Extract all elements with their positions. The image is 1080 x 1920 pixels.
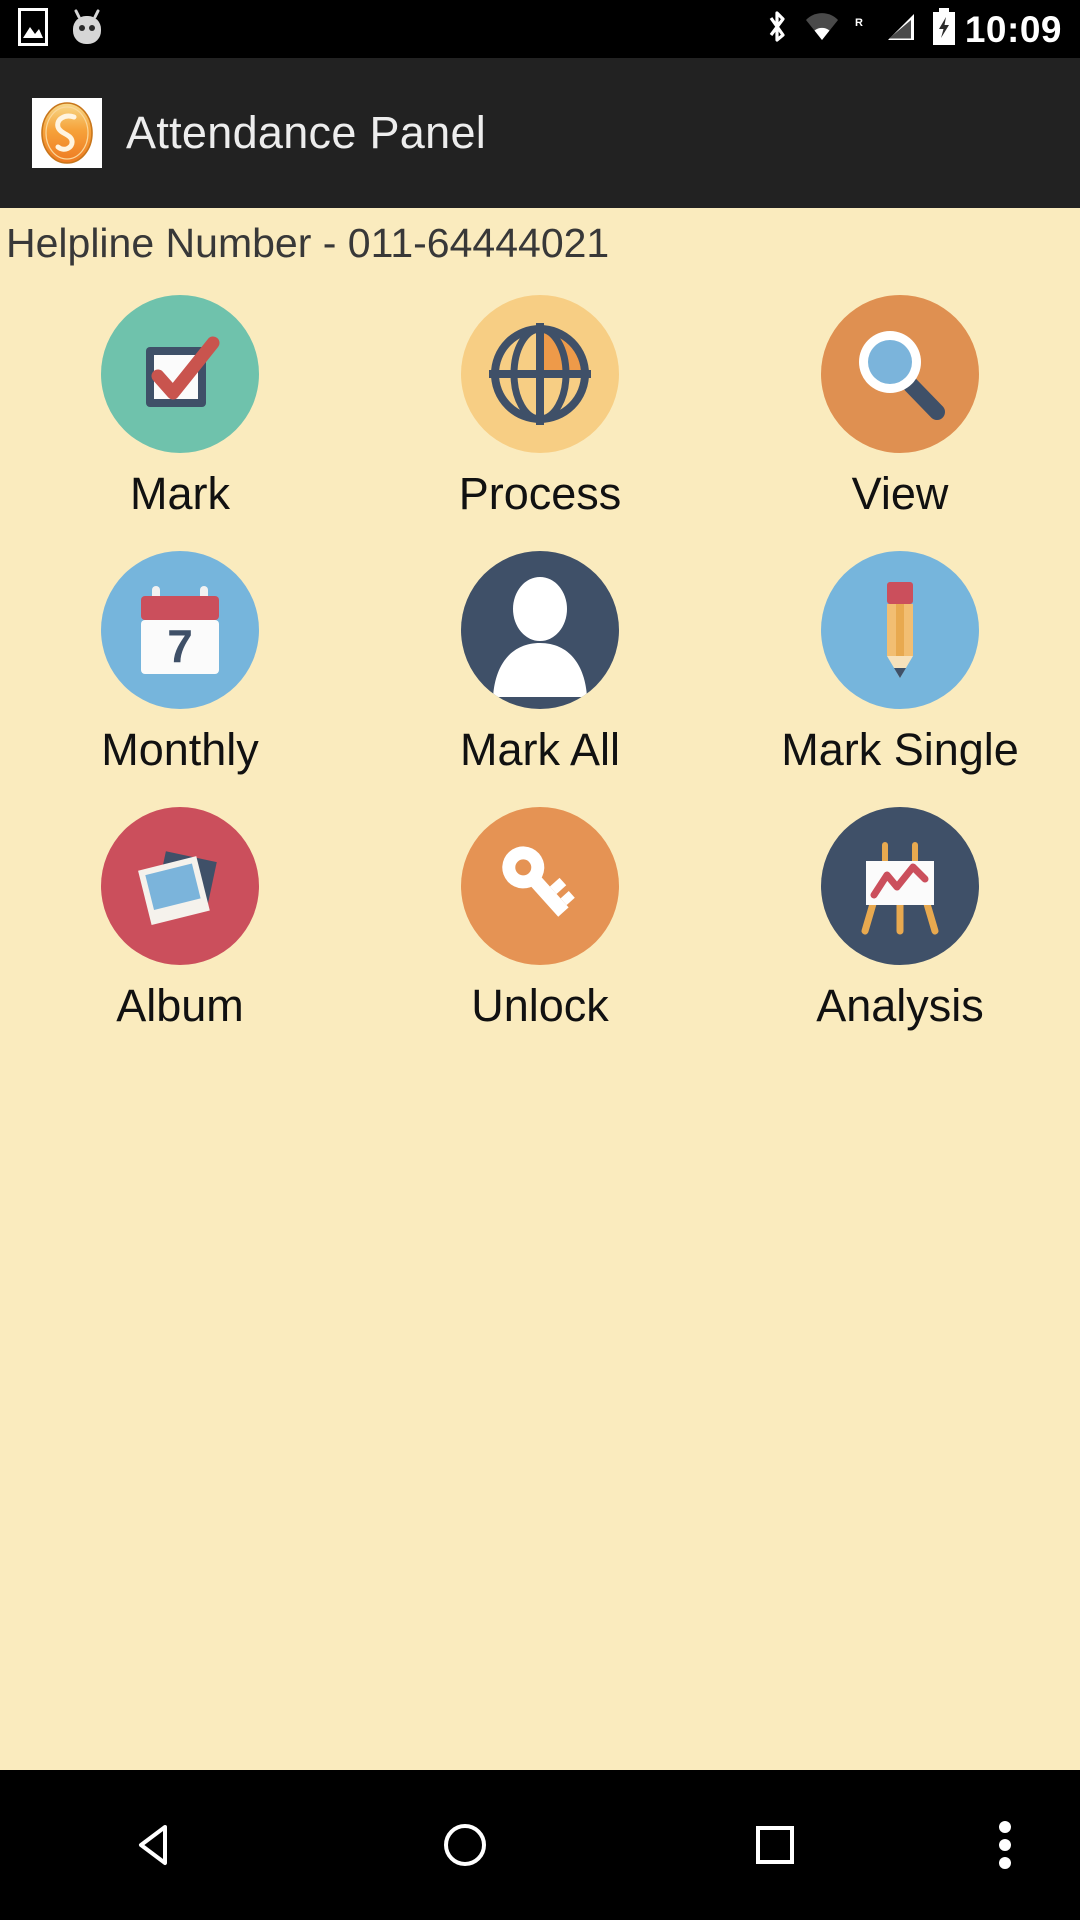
home-circle-icon xyxy=(444,1824,486,1866)
nav-home-button[interactable] xyxy=(310,1770,620,1920)
grid-item-label: Mark xyxy=(130,468,230,519)
pencil-icon xyxy=(887,582,913,678)
image-icon xyxy=(18,7,48,51)
key-icon-circle[interactable] xyxy=(461,807,619,965)
android-head-icon xyxy=(70,8,104,51)
grid-item-unlock[interactable]: Unlock xyxy=(360,795,720,1051)
grid-item-label: Process xyxy=(458,468,622,519)
grid-item-monthly[interactable]: 7 Monthly xyxy=(0,539,360,795)
checkbox-check-icon-circle[interactable] xyxy=(101,295,259,453)
app-logo-icon xyxy=(32,98,102,168)
battery-charging-icon xyxy=(931,7,957,52)
grid-item-label: Album xyxy=(116,980,244,1031)
crosshair-target-icon-circle[interactable] xyxy=(461,295,619,453)
grid-item-label: Mark All xyxy=(459,724,621,775)
grid-item-label: Monthly xyxy=(101,724,259,775)
nav-back-button[interactable] xyxy=(0,1770,310,1920)
back-triangle-icon xyxy=(139,1825,167,1865)
key-icon xyxy=(502,846,575,917)
grid-item-label: Mark Single xyxy=(781,724,1019,775)
easel-chart-icon-circle[interactable] xyxy=(821,807,979,965)
status-bar-notifications xyxy=(18,7,104,51)
person-avatar-icon xyxy=(493,577,587,697)
person-avatar-icon-circle[interactable] xyxy=(461,551,619,709)
app-bar-title: Attendance Panel xyxy=(126,107,487,158)
bluetooth-icon xyxy=(765,8,789,51)
navigation-bar xyxy=(0,1770,1080,1920)
calendar-icon: 7 xyxy=(141,586,219,674)
svg-text:7: 7 xyxy=(167,620,193,672)
grid-item-label: View xyxy=(851,468,949,519)
status-bar: R 10:09 xyxy=(0,0,1080,58)
overflow-dots-icon xyxy=(999,1821,1011,1869)
app-bar: Attendance Panel xyxy=(0,58,1080,208)
phone-screen: R 10:09 Attendance Panel Helpline Number… xyxy=(0,0,1080,1920)
magnifier-icon-circle[interactable] xyxy=(821,295,979,453)
main-content: Helpline Number - 011-64444021 Mark Proc… xyxy=(0,208,1080,1770)
crosshair-target-icon xyxy=(489,323,591,425)
nav-recents-button[interactable] xyxy=(620,1770,930,1920)
recents-square-icon xyxy=(756,1826,794,1864)
checkbox-check-icon xyxy=(146,336,220,407)
easel-chart-icon xyxy=(861,842,939,935)
grid-item-label: Unlock xyxy=(471,980,609,1031)
pencil-icon-circle[interactable] xyxy=(821,551,979,709)
nav-overflow-button[interactable] xyxy=(930,1815,1080,1875)
status-bar-clock: 10:09 xyxy=(964,8,1062,50)
wifi-icon xyxy=(803,8,841,51)
grid-item-label: Analysis xyxy=(816,980,984,1031)
grid-item-album[interactable]: Album xyxy=(0,795,360,1051)
helpline-text: Helpline Number - 011-64444021 xyxy=(6,220,610,266)
grid-item-analysis[interactable]: Analysis xyxy=(720,795,1080,1051)
signal-icon xyxy=(883,8,917,51)
photos-icon-circle[interactable] xyxy=(101,807,259,965)
status-bar-system-icons: R xyxy=(765,7,957,52)
svg-text:R: R xyxy=(855,17,863,29)
magnifier-icon xyxy=(859,331,945,420)
action-grid: Mark Process View 7 Monthly Mark All Mar… xyxy=(0,283,1080,1051)
calendar-icon-circle[interactable]: 7 xyxy=(101,551,259,709)
roaming-r-icon: R xyxy=(855,8,869,51)
grid-item-mark[interactable]: Mark xyxy=(0,283,360,539)
grid-item-process[interactable]: Process xyxy=(360,283,720,539)
photos-icon xyxy=(138,851,217,926)
grid-item-mark-all[interactable]: Mark All xyxy=(360,539,720,795)
grid-item-mark-single[interactable]: Mark Single xyxy=(720,539,1080,795)
grid-item-view[interactable]: View xyxy=(720,283,1080,539)
